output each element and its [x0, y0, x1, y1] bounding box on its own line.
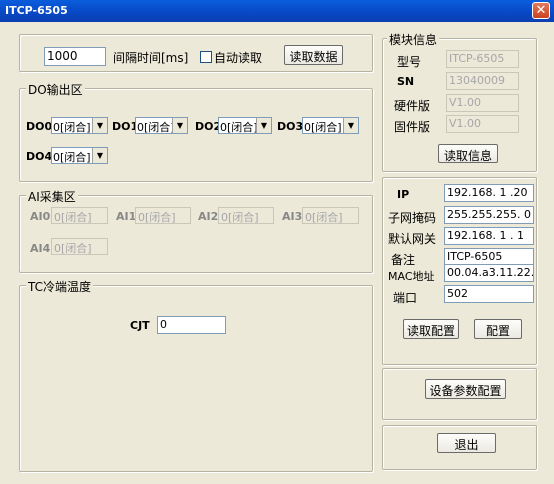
- title-bar[interactable]: ITCP-6505 ✕: [0, 0, 554, 22]
- interval-label: 间隔时间[ms]: [113, 51, 189, 65]
- hardware-version-field: V1.00: [446, 94, 519, 112]
- do4-label: DO4: [26, 150, 53, 163]
- cjt-label: CJT: [130, 319, 150, 332]
- ai0-value-field: 0[闭合]: [51, 207, 108, 224]
- ip-address-field[interactable]: 192.168. 1 .20: [444, 184, 534, 202]
- do1-select[interactable]: 0[闭合] ▼: [135, 117, 188, 134]
- do3-select[interactable]: 0[闭合] ▼: [302, 117, 359, 134]
- config-button[interactable]: 配置: [474, 319, 522, 339]
- port-label: 端口: [393, 291, 418, 305]
- do4-select[interactable]: 0[闭合] ▼: [51, 147, 108, 164]
- note-label: 备注: [391, 253, 416, 267]
- ai2-value-field: 0[闭合]: [218, 207, 274, 224]
- subnet-mask-label: 子网掩码: [388, 211, 437, 225]
- ai-group-title: AI采集区: [26, 188, 78, 205]
- ai1-value-field: 0[闭合]: [135, 207, 191, 224]
- do-group-title: DO输出区: [26, 81, 85, 98]
- sn-field: 13040009: [446, 72, 519, 90]
- ip-label: IP: [397, 188, 410, 201]
- do4-value: 0[闭合]: [53, 151, 91, 164]
- close-button[interactable]: ✕: [532, 2, 550, 19]
- ai0-label: AI0: [30, 210, 51, 223]
- mac-address-label: MAC地址: [388, 270, 435, 283]
- tc-group-title: TC冷端温度: [26, 278, 94, 295]
- module-info-title: 模块信息: [387, 31, 440, 48]
- chevron-down-icon[interactable]: ▼: [92, 118, 107, 133]
- subnet-mask-field[interactable]: 255.255.255. 0: [444, 206, 534, 224]
- window-title: ITCP-6505: [5, 4, 68, 17]
- ai1-label: AI1: [116, 210, 137, 223]
- auto-read-checkbox[interactable]: [200, 51, 212, 63]
- default-gateway-label: 默认网关: [388, 232, 437, 246]
- chevron-down-icon[interactable]: ▼: [172, 118, 187, 133]
- default-gateway-field[interactable]: 192.168. 1 . 1: [444, 227, 534, 245]
- exit-button[interactable]: 退出: [437, 433, 496, 453]
- tc-cold-junction-group: [19, 285, 373, 472]
- device-config-button[interactable]: 设备参数配置: [425, 379, 506, 399]
- app-window: ITCP-6505 ✕ 1000 间隔时间[ms] 自动读取 读取数据 DO输出…: [0, 0, 554, 484]
- do-output-group: [19, 88, 373, 182]
- do1-value: 0[闭合]: [137, 121, 175, 134]
- do3-value: 0[闭合]: [304, 121, 342, 134]
- chevron-down-icon[interactable]: ▼: [343, 118, 358, 133]
- read-data-button[interactable]: 读取数据: [284, 45, 343, 65]
- interval-input[interactable]: 1000: [44, 47, 106, 66]
- ai4-value-field: 0[闭合]: [51, 238, 108, 255]
- port-field[interactable]: 502: [444, 285, 534, 303]
- cjt-value-field[interactable]: 0: [157, 316, 226, 334]
- mac-address-field[interactable]: 00.04.a3.11.22.33: [444, 264, 534, 282]
- do0-value: 0[闭合]: [53, 121, 91, 134]
- ai3-value-field: 0[闭合]: [302, 207, 359, 224]
- do2-value: 0[闭合]: [220, 121, 258, 134]
- firmware-version-label: 固件版: [394, 120, 431, 134]
- hardware-version-label: 硬件版: [394, 99, 431, 113]
- do2-select[interactable]: 0[闭合] ▼: [218, 117, 272, 134]
- model-field: ITCP-6505: [446, 50, 519, 68]
- sn-label: SN: [397, 75, 415, 88]
- do0-select[interactable]: 0[闭合] ▼: [51, 117, 108, 134]
- auto-read-label: 自动读取: [214, 51, 263, 65]
- ai3-label: AI3: [282, 210, 303, 223]
- firmware-version-field: V1.00: [446, 115, 519, 133]
- ai4-label: AI4: [30, 242, 51, 255]
- chevron-down-icon[interactable]: ▼: [92, 148, 107, 163]
- model-label: 型号: [397, 55, 422, 69]
- ai2-label: AI2: [198, 210, 219, 223]
- read-config-button[interactable]: 读取配置: [403, 319, 459, 339]
- read-info-button[interactable]: 读取信息: [438, 144, 498, 163]
- do3-label: DO3: [277, 120, 304, 133]
- do0-label: DO0: [26, 120, 53, 133]
- chevron-down-icon[interactable]: ▼: [256, 118, 271, 133]
